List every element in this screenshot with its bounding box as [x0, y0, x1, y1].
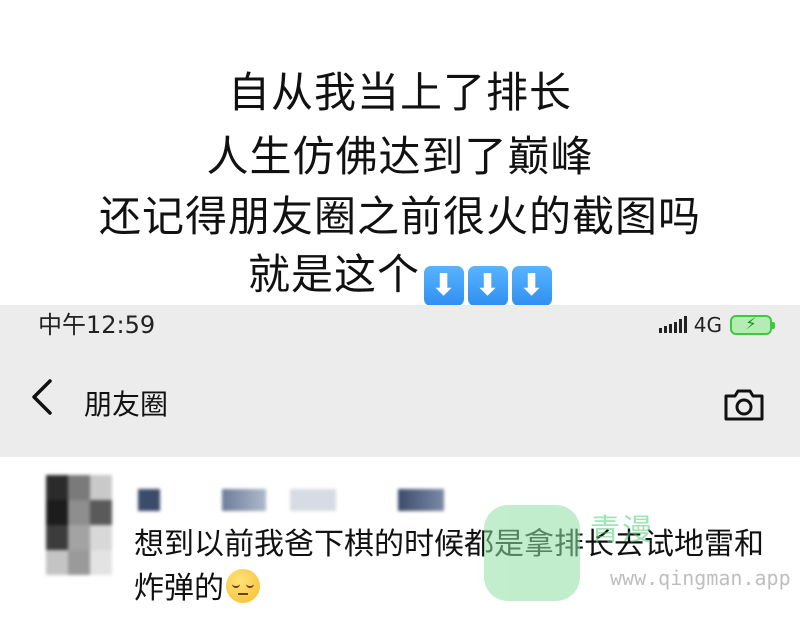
status-bar: 中午12:59 4G ⚡ — [0, 305, 800, 347]
pensive-face-emoji — [226, 569, 260, 603]
avatar[interactable] — [46, 475, 112, 575]
watermark-brand: 青漫 — [590, 513, 654, 548]
caption-line-1: 自从我当上了排长 — [227, 68, 572, 117]
status-indicators: 4G ⚡ — [658, 311, 775, 339]
camera-icon[interactable] — [722, 387, 766, 423]
cat-logo-icon — [484, 505, 580, 601]
chevron-left-icon[interactable] — [26, 375, 62, 419]
battery-charging-icon: ⚡ — [730, 314, 775, 335]
caption-line-4-text: 就是这个 — [247, 250, 420, 299]
status-time: 中午12:59 — [38, 311, 156, 339]
down-arrow-icon: ⬇ — [424, 266, 464, 306]
network-type-label: 4G — [693, 313, 722, 337]
blurred-username — [290, 489, 336, 511]
signal-icon — [658, 316, 687, 333]
page-title: 朋友圈 — [84, 388, 169, 421]
meme-caption: 自从我当上了排长 人生仿佛达到了巅峰 还记得朋友圈之前很火的截图吗 就是这个 ⬇ ⬇… — [0, 0, 800, 306]
blurred-username — [138, 489, 160, 511]
caption-line-2: 人生仿佛达到了巅峰 — [206, 132, 594, 181]
watermark: 青漫 www.qingman.app — [478, 505, 791, 615]
caption-line-4: 就是这个 ⬇ ⬇ ⬇ — [0, 250, 800, 306]
moments-screenshot: 中午12:59 4G ⚡ 朋友圈 想到以前我爸下棋的时候都是拿排长去试地雷和炸弹… — [0, 305, 800, 625]
watermark-url: www.qingman.app — [610, 566, 791, 590]
down-arrow-icon: ⬇ — [512, 266, 552, 306]
caption-line-3: 还记得朋友圈之前很火的截图吗 — [98, 192, 701, 241]
blurred-username — [222, 489, 266, 511]
nav-bar: 朋友圈 — [0, 347, 800, 457]
blurred-username — [398, 489, 444, 511]
down-arrow-icon: ⬇ — [468, 266, 508, 306]
